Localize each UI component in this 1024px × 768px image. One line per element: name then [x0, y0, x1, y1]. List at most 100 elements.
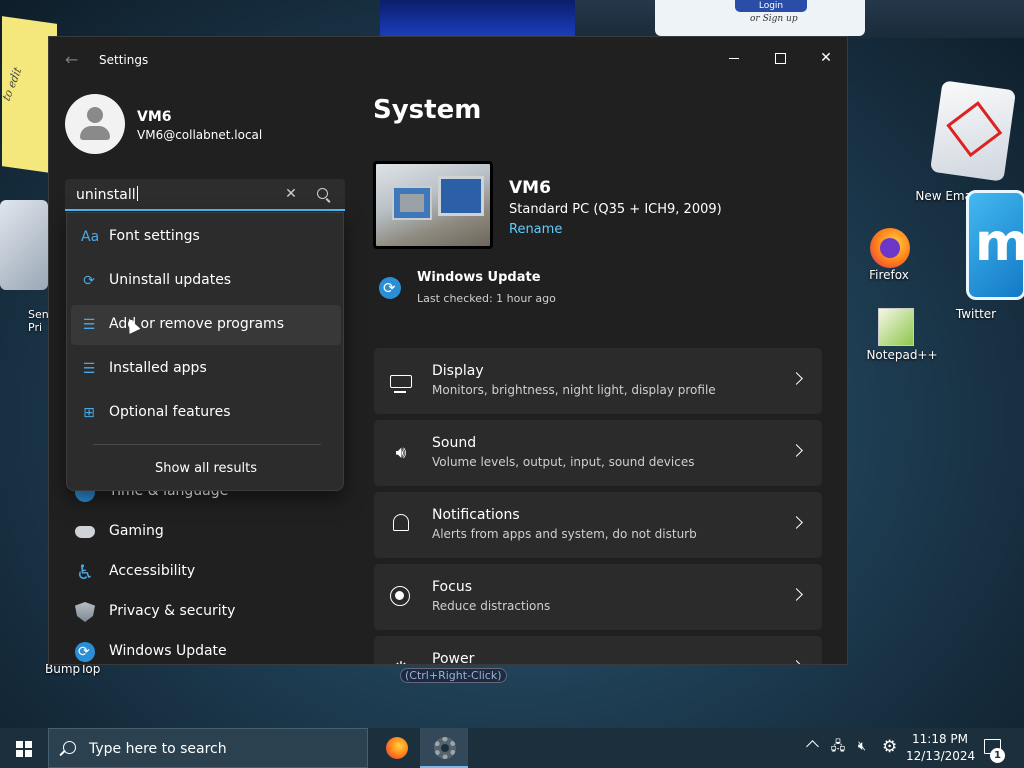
suggestion-add-remove-programs[interactable]: ☰ Add or remove programs [71, 305, 341, 345]
rename-link[interactable]: Rename [509, 222, 562, 237]
desktop-app-icon[interactable] [0, 200, 48, 290]
notepad-label: Notepad++ [866, 348, 938, 362]
windows-update-icon [379, 277, 401, 299]
maximize-button[interactable] [757, 43, 803, 73]
power-icon: ⏻ [390, 658, 412, 664]
search-input[interactable]: uninstall [76, 186, 138, 203]
suggestion-label: Optional features [109, 404, 231, 420]
taskbar: Type here to search 🖧︎ 🔇︎ ⚙ 11:18 PM 12/… [0, 728, 1024, 768]
window-title: Settings [99, 53, 149, 67]
notepad-plus-plus-icon[interactable] [878, 308, 914, 346]
card-title: Notifications [432, 507, 520, 523]
sticky-note-text: to edit [0, 64, 25, 104]
volume-muted-icon[interactable]: 🔇︎ [854, 739, 870, 755]
clock-date[interactable]: 12/13/2024 [906, 749, 975, 763]
text-caret [136, 186, 138, 201]
display-icon [390, 375, 412, 393]
twitter-label: Twitter [955, 307, 997, 321]
avatar[interactable] [65, 94, 125, 154]
sidebar-item-label: Privacy & security [109, 603, 236, 619]
sound-card[interactable]: 🔊︎ Sound Volume levels, output, input, s… [374, 420, 822, 486]
gear-icon [434, 737, 456, 759]
settings-window: ← Settings ✕ VM6 VM6@collabnet.local Tim… [48, 36, 848, 665]
suggestion-optional-features[interactable]: ⊞ Optional features [71, 393, 341, 433]
network-icon[interactable]: 🖧︎ [830, 739, 846, 755]
update-status: Last checked: 1 hour ago [417, 292, 556, 305]
suggestion-font-settings[interactable]: Aa Font settings [71, 217, 341, 257]
refresh-icon: ⟳ [83, 273, 95, 289]
accessibility-icon: ♿ [76, 560, 94, 584]
focus-icon [390, 586, 410, 606]
title-bar[interactable]: ← Settings ✕ [49, 37, 847, 85]
firefox-desktop-icon[interactable] [870, 228, 910, 268]
new-email-icon[interactable] [929, 80, 1017, 182]
sidebar-item-privacy-security[interactable]: Privacy & security [71, 594, 341, 628]
bell-icon [393, 514, 409, 531]
display-card[interactable]: Display Monitors, brightness, night ligh… [374, 348, 822, 414]
speaker-icon: 🔊︎ [395, 443, 407, 463]
power-card[interactable]: ⏻ Power [374, 636, 822, 665]
user-name: VM6 [137, 109, 172, 125]
page-title: System [373, 95, 482, 125]
close-button[interactable]: ✕ [803, 43, 847, 73]
sidebar-item-label: Gaming [109, 523, 164, 539]
chevron-right-icon [790, 660, 803, 664]
chevron-right-icon [790, 444, 803, 457]
card-subtitle: Volume levels, output, input, sound devi… [432, 455, 695, 469]
device-model: Standard PC (Q35 + ICH9, 2009) [509, 202, 722, 217]
taskbar-app-firefox[interactable] [372, 728, 420, 768]
minimize-button[interactable] [711, 43, 757, 73]
card-title: Power [432, 651, 475, 665]
close-icon[interactable]: ✕ [281, 184, 301, 204]
search-icon[interactable] [317, 188, 328, 199]
taskbar-search-placeholder: Type here to search [89, 741, 227, 757]
start-button[interactable] [0, 728, 48, 768]
divider [93, 444, 321, 445]
gamepad-icon [75, 526, 95, 538]
notifications-card[interactable]: Notifications Alerts from apps and syste… [374, 492, 822, 558]
sidebar-item-gaming[interactable]: Gaming [71, 514, 341, 548]
sidebar-item-windows-update[interactable]: Windows Update [71, 634, 341, 664]
apps-list-icon: ☰ [82, 361, 96, 377]
user-email: VM6@collabnet.local [137, 128, 263, 142]
twitter-icon[interactable] [966, 190, 1024, 300]
card-title: Sound [432, 435, 477, 451]
desktop-login-button[interactable]: Login [735, 0, 807, 12]
device-name: VM6 [509, 178, 551, 198]
gear-icon[interactable]: ⚙ [882, 738, 900, 756]
desktop-wallpaper-panel [380, 0, 575, 36]
windows-update-link[interactable]: Windows Update [417, 270, 541, 285]
suggestion-label: Installed apps [109, 360, 207, 376]
suggestion-label: Font settings [109, 228, 200, 244]
notification-badge: 1 [990, 748, 1005, 763]
shield-icon [75, 602, 95, 622]
sidebar-item-label: Accessibility [109, 563, 196, 579]
device-thumbnail [373, 161, 493, 249]
focus-card[interactable]: Focus Reduce distractions [374, 564, 822, 630]
search-icon [63, 741, 76, 754]
chevron-up-icon[interactable] [806, 740, 819, 753]
desktop-signup-text: or Sign up [750, 14, 798, 24]
suggestion-label: Uninstall updates [109, 272, 232, 288]
firefox-label: Firefox [869, 268, 909, 282]
clock-time[interactable]: 11:18 PM [910, 732, 970, 746]
back-arrow-icon[interactable]: ← [65, 51, 83, 69]
sidebar-item-accessibility[interactable]: ♿ Accessibility [71, 554, 341, 588]
grid-icon: ⊞ [83, 405, 95, 421]
chevron-right-icon [790, 588, 803, 601]
context-hint: (Ctrl+Right-Click) [400, 668, 507, 683]
card-subtitle: Reduce distractions [432, 599, 551, 613]
suggestion-installed-apps[interactable]: ☰ Installed apps [71, 349, 341, 389]
show-all-results-button[interactable]: Show all results [67, 461, 345, 476]
card-title: Focus [432, 579, 472, 595]
windows-logo-icon [16, 741, 23, 748]
taskbar-search[interactable]: Type here to search [48, 728, 368, 768]
font-icon: Aa [81, 229, 100, 245]
settings-search[interactable]: uninstall ✕ [65, 179, 345, 211]
card-subtitle: Alerts from apps and system, do not dist… [432, 527, 697, 541]
suggestion-uninstall-updates[interactable]: ⟳ Uninstall updates [71, 261, 341, 301]
taskbar-app-settings[interactable] [420, 728, 468, 768]
search-suggestions: Aa Font settings ⟳ Uninstall updates ☰ A… [66, 212, 344, 491]
desktop-app-label: Sen Pri [28, 308, 49, 334]
card-subtitle: Monitors, brightness, night light, displ… [432, 383, 716, 397]
